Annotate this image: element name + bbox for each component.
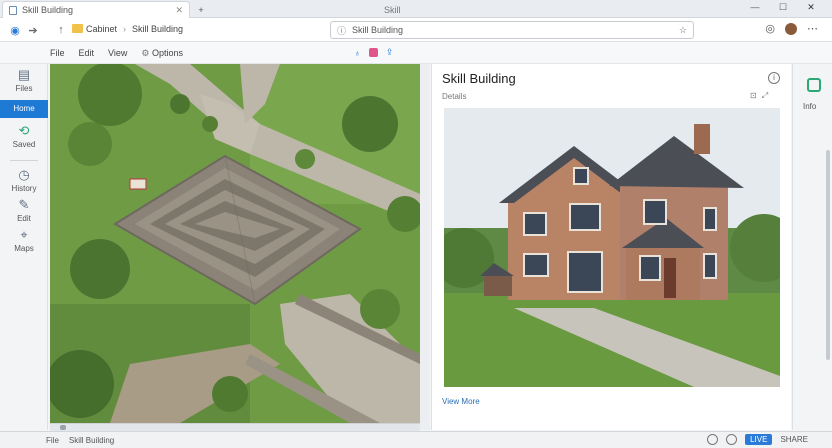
vertical-scrollbar[interactable] [826,150,830,360]
title-bar: Skill Building ✕ + Skill — ☐ ✕ [0,0,832,18]
status-left: File Skill Building [46,436,114,445]
breadcrumb-separator-icon: › [123,24,127,34]
maximize-icon[interactable]: ☐ [776,2,790,13]
view-more-link[interactable]: View More [442,397,480,406]
lock-icon[interactable]: ♁ [354,48,361,58]
pencil-icon: ✎ [18,197,30,212]
sidebar-item-home[interactable]: Home [0,100,48,118]
share-label[interactable]: SHARE [780,435,808,444]
house-photo[interactable] [444,108,780,387]
map-horizontal-scrollbar[interactable] [50,423,420,431]
document-icon: ▤ [17,67,31,82]
menu-item-options[interactable]: ⚙ Options [141,48,183,59]
breadcrumb-item[interactable]: Skill Building [132,24,183,34]
sidebar: ▤ Files Home ⟲ Saved ◷ History ✎ Edit ⌖ … [0,64,48,430]
view-icons: ♁ ⇪ [354,47,393,58]
live-badge[interactable]: LIVE [745,434,773,445]
bookmark-icon[interactable] [368,48,378,57]
window-title: Skill [384,4,401,15]
info-icon: ⓘ [337,25,347,36]
page-icon [9,5,17,15]
sidebar-item-history[interactable]: ◷ History [4,167,44,194]
close-tab-icon[interactable]: ✕ [175,5,183,16]
menu-item-file[interactable]: File [50,48,65,59]
status-bar: File Skill Building LIVE SHARE [0,431,832,448]
share-icon[interactable]: ⇪ [386,47,394,58]
rail-label: Info [803,102,817,111]
sidebar-item-saved[interactable]: ⟲ Saved [4,123,44,150]
menu-item-edit[interactable]: Edit [79,48,95,59]
breadcrumb: Cabinet › Skill Building [86,24,183,34]
scrollbar-thumb[interactable] [60,425,66,430]
app-logo-icon: ◉ [10,24,20,37]
gear-icon: ⚙ [141,48,150,58]
settings-icon[interactable]: ◎ [765,22,775,35]
split-divider[interactable] [420,64,430,430]
clock-icon: ◷ [18,167,30,182]
star-icon[interactable]: ☆ [679,25,687,36]
toolbar-actions: ◎ ⋯ [765,22,818,35]
house-photo-image [444,108,780,387]
address-text: Skill Building [352,25,404,35]
new-tab-button[interactable]: + [192,1,210,18]
avatar[interactable] [785,22,797,35]
zoom-out-icon[interactable] [707,434,719,445]
folder-icon [72,24,83,33]
menu-items: File Edit View ⚙ Options [50,48,183,59]
sidebar-divider [10,160,38,161]
minimize-icon[interactable]: — [748,2,762,13]
tab-active[interactable]: Skill Building ✕ [2,1,190,18]
close-window-icon[interactable]: ✕ [804,2,818,13]
status-right: LIVE SHARE [707,434,808,445]
back-arrow-icon[interactable]: ➔ [26,23,40,37]
pin-icon: ⌖ [20,227,28,242]
panel-meta: Details [442,92,467,101]
toolbar: ◉ ➔ ↑ Cabinet › Skill Building ⓘ Skill B… [0,18,832,42]
address-bar[interactable]: ⓘ Skill Building ☆ [330,21,694,39]
sidebar-item-edit[interactable]: ✎ Edit [4,197,44,224]
breadcrumb-item[interactable]: Cabinet [86,24,117,34]
aerial-map-view[interactable] [50,64,420,423]
window-controls: — ☐ ✕ [748,2,818,13]
status-item: File [46,436,59,445]
expand-icon[interactable]: ⤢ [762,91,768,101]
panel-actions: ⊡ ⤢ [750,91,768,101]
up-arrow-icon[interactable]: ↑ [54,23,68,37]
home-icon[interactable] [807,78,821,92]
detail-panel: Skill Building i Details ⊡ ⤢ View More [431,64,791,430]
panel-title: Skill Building [442,71,516,86]
sidebar-item-maps[interactable]: ⌖ Maps [4,227,44,254]
status-item: Skill Building [68,436,115,445]
camera-icon[interactable]: ⊡ [750,91,757,101]
refresh-icon: ⟲ [18,123,30,138]
menu-bar: File Edit View ⚙ Options ♁ ⇪ [0,42,832,64]
menu-dots-icon[interactable]: ⋯ [807,22,818,35]
aerial-map-image [50,64,420,423]
menu-item-view[interactable]: View [108,48,127,59]
info-icon[interactable]: i [768,72,780,84]
zoom-in-icon[interactable] [726,434,738,445]
sidebar-item-files[interactable]: ▤ Files [4,67,44,94]
tab-title: Skill Building [22,5,74,15]
